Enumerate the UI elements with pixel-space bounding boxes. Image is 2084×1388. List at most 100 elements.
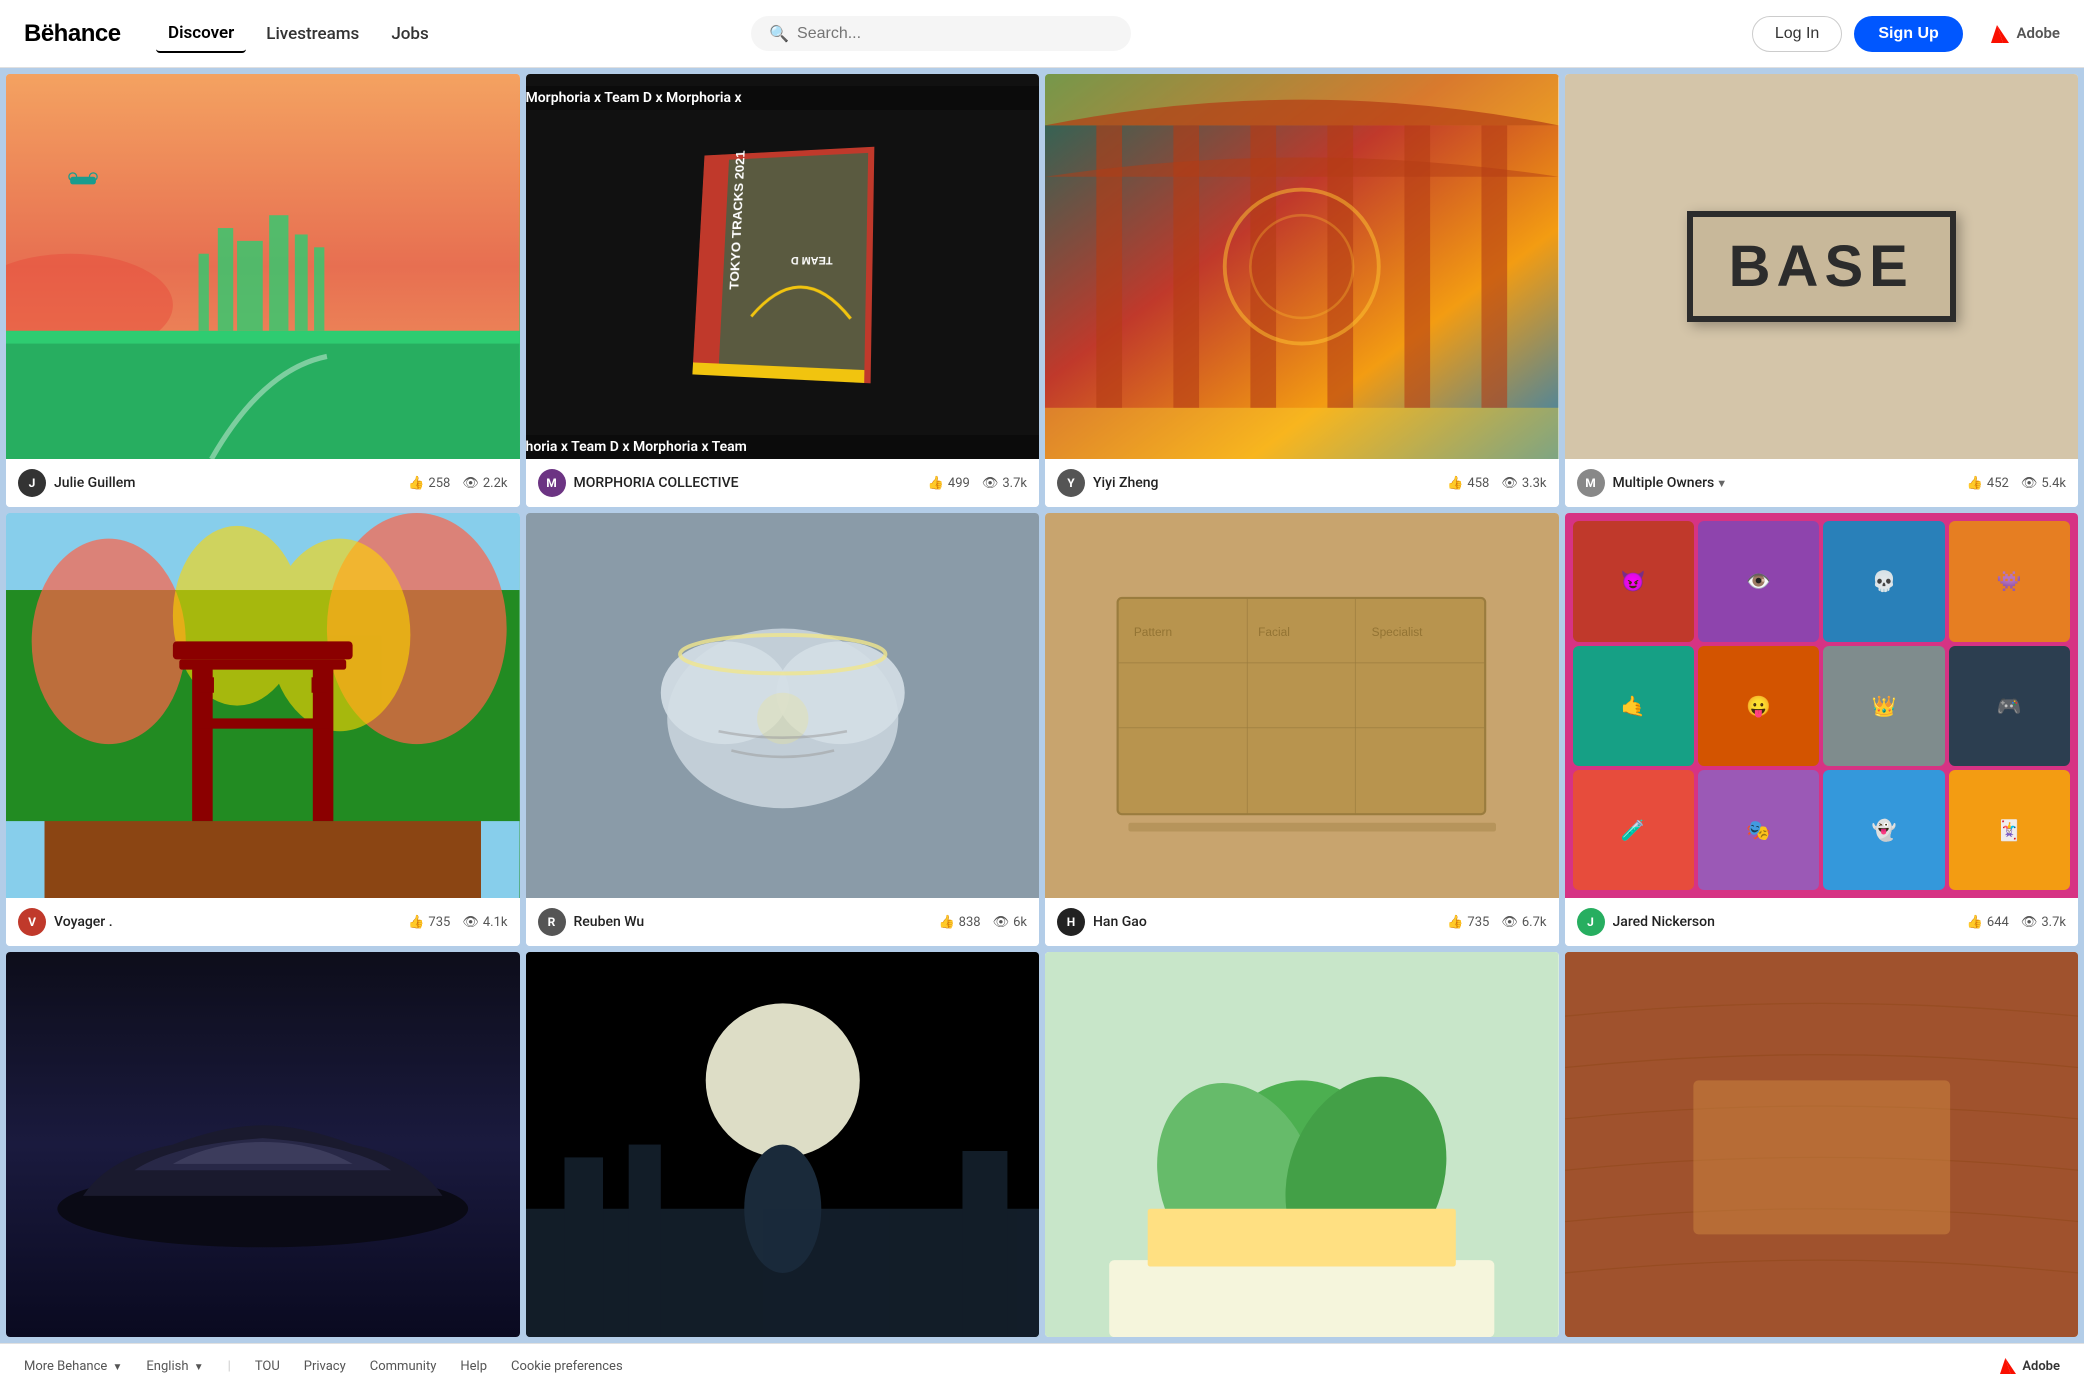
avatar: H [1057, 908, 1085, 936]
likes-value: 458 [1467, 476, 1489, 491]
auth-buttons: Log In Sign Up Adobe [1752, 16, 2060, 52]
eye-icon: 👁 [1501, 915, 1518, 930]
footer-community[interactable]: Community [370, 1359, 437, 1374]
adobe-footer-label: Adobe [2022, 1359, 2060, 1374]
footer-help[interactable]: Help [460, 1359, 487, 1374]
svg-text:Specialist: Specialist [1372, 624, 1424, 638]
thumbs-up-icon: 👍 [1447, 915, 1463, 930]
footer: More Behance ▼ English ▼ | TOU Privacy C… [0, 1343, 2084, 1388]
footer-language[interactable]: English ▼ [146, 1359, 203, 1374]
views-count: 👁 6.7k [1501, 915, 1546, 930]
views-value: 4.1k [483, 915, 508, 930]
search-input[interactable] [797, 25, 1113, 43]
views-count: 👁 3.7k [2021, 915, 2066, 930]
project-card-7[interactable]: Pattern Facial Specialist HHan Gao 👍 735… [1045, 513, 1559, 946]
avatar: J [1577, 908, 1605, 936]
eye-icon: 👁 [993, 915, 1010, 930]
footer-privacy[interactable]: Privacy [304, 1359, 346, 1374]
likes-count: 👍 499 [928, 476, 970, 491]
views-value: 3.3k [1522, 476, 1547, 491]
card-author: Julie Guillem [54, 475, 400, 491]
eye-icon: 👁 [462, 476, 479, 491]
card-author: Voyager . [54, 914, 400, 930]
views-value: 6k [1013, 915, 1027, 930]
signup-button[interactable]: Sign Up [1854, 16, 1962, 52]
card-stats: 👍 499 👁 3.7k [928, 476, 1027, 491]
nav-jobs[interactable]: Jobs [379, 16, 440, 52]
thumbs-up-icon: 👍 [938, 915, 954, 930]
project-card-1[interactable]: J Julie Guillem 👍 258 👁 2.2k [6, 74, 520, 507]
behance-logo[interactable]: Bëhance [24, 15, 124, 53]
project-card-4[interactable]: BASE MMultiple Owners▼ 👍 452 👁 5.4k [1565, 74, 2079, 507]
svg-text:TEAM D: TEAM D [790, 253, 833, 265]
project-card-9[interactable] [6, 952, 520, 1337]
svg-text:Facial: Facial [1259, 624, 1291, 638]
likes-value: 735 [1467, 915, 1489, 930]
footer-tou[interactable]: TOU [255, 1359, 280, 1374]
likes-count: 👍 452 [1967, 476, 2009, 491]
card-stats: 👍 735 👁 6.7k [1447, 915, 1546, 930]
card-stats: 👍 258 👁 2.2k [408, 476, 507, 491]
eye-icon: 👁 [982, 476, 999, 491]
card-footer: MMultiple Owners▼ 👍 452 👁 5.4k [1565, 459, 2079, 507]
chevron-down-icon: ▼ [194, 1362, 204, 1373]
project-card-8[interactable]: 😈👁️💀👾🤙😛👑🎮🧪🎭👻🃏JJared Nickerson 👍 644 👁 3.… [1565, 513, 2079, 946]
avatar: R [538, 908, 566, 936]
main-nav: Discover Livestreams Jobs [156, 15, 441, 53]
chevron-down-icon: ▼ [1716, 477, 1727, 490]
views-value: 6.7k [1522, 915, 1547, 930]
card-stats: 👍 452 👁 5.4k [1967, 476, 2066, 491]
card-stats: 👍 735 👁 4.1k [408, 915, 507, 930]
project-card-10[interactable] [526, 952, 1040, 1337]
footer-cookie-prefs[interactable]: Cookie preferences [511, 1359, 623, 1374]
likes-count: 👍 644 [1967, 915, 2009, 930]
likes-value: 644 [1987, 915, 2009, 930]
footer-adobe: Adobe [2000, 1358, 2060, 1374]
adobe-logo: Adobe [1991, 24, 2060, 43]
views-value: 5.4k [2041, 476, 2066, 491]
views-count: 👁 5.4k [2021, 476, 2066, 491]
footer-more-behance[interactable]: More Behance ▼ [24, 1359, 122, 1374]
likes-count: 👍 838 [938, 915, 980, 930]
views-count: 👁 3.7k [982, 476, 1027, 491]
views-value: 3.7k [1002, 476, 1027, 491]
likes-value: 499 [948, 476, 970, 491]
project-card-11[interactable] [1045, 952, 1559, 1337]
thumbs-up-icon: 👍 [408, 915, 424, 930]
main-content: J Julie Guillem 👍 258 👁 2.2k Morphoria x … [0, 0, 2084, 1343]
avatar: V [18, 908, 46, 936]
eye-icon: 👁 [2021, 915, 2038, 930]
likes-value: 735 [428, 915, 450, 930]
card-author: Multiple Owners▼ [1613, 475, 1959, 491]
project-card-2[interactable]: Morphoria x Team D x Morphoria x TOKYO T… [526, 74, 1040, 507]
nav-livestreams[interactable]: Livestreams [254, 16, 371, 52]
avatar: J [18, 469, 46, 497]
card-footer: R Reuben Wu 👍 838 👁 6k [526, 898, 1040, 946]
views-count: 👁 6k [993, 915, 1027, 930]
likes-count: 👍 258 [408, 476, 450, 491]
nav-discover[interactable]: Discover [156, 15, 246, 53]
card-stats: 👍 644 👁 3.7k [1967, 915, 2066, 930]
views-value: 2.2k [483, 476, 508, 491]
login-button[interactable]: Log In [1752, 16, 1842, 52]
card-author: Reuben Wu [574, 914, 931, 930]
likes-value: 838 [959, 915, 981, 930]
thumbs-up-icon: 👍 [1447, 476, 1463, 491]
card-footer: HHan Gao 👍 735 👁 6.7k [1045, 898, 1559, 946]
thumbs-up-icon: 👍 [408, 476, 424, 491]
likes-count: 👍 735 [408, 915, 450, 930]
likes-count: 👍 735 [1447, 915, 1489, 930]
card-stats: 👍 838 👁 6k [938, 915, 1027, 930]
project-card-12[interactable] [1565, 952, 2079, 1337]
marquee-bottom: horia x Team D x Morphoria x Team [526, 435, 1040, 459]
project-card-6[interactable]: R Reuben Wu 👍 838 👁 6k [526, 513, 1040, 946]
views-value: 3.7k [2041, 915, 2066, 930]
card-author: MORPHORIA COLLECTIVE [574, 475, 920, 491]
header: Bëhance Discover Livestreams Jobs 🔍 Log … [0, 0, 2084, 68]
marquee-top: Morphoria x Team D x Morphoria x [526, 86, 1040, 110]
project-card-3[interactable]: YYiyi Zheng 👍 458 👁 3.3k [1045, 74, 1559, 507]
eye-icon: 👁 [1501, 476, 1518, 491]
card-footer: JJared Nickerson 👍 644 👁 3.7k [1565, 898, 2079, 946]
card-footer: MMORPHORIA COLLECTIVE 👍 499 👁 3.7k [526, 459, 1040, 507]
project-card-5[interactable]: V Voyager . 👍 735 👁 4.1k [6, 513, 520, 946]
